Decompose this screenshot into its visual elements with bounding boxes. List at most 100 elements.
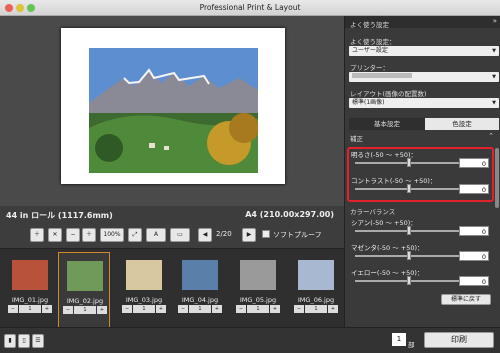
thumbnail-item[interactable]: IMG_02.jpg −1 + bbox=[58, 252, 110, 328]
prev-page-button[interactable]: ◀ bbox=[198, 228, 212, 242]
decrease-icon[interactable]: − bbox=[236, 305, 246, 313]
copies-stepper[interactable]: −1 + bbox=[236, 305, 280, 313]
thumbnail-item[interactable]: IMG_06.jpg −1 + bbox=[290, 252, 342, 328]
thumbnail-copies[interactable]: 1 bbox=[189, 305, 211, 313]
zoom-out-button[interactable]: − bbox=[66, 228, 80, 242]
increase-icon[interactable]: + bbox=[212, 305, 222, 313]
thumbnail-item[interactable]: IMG_04.jpg −1 + bbox=[174, 252, 226, 328]
printer-select[interactable]: ▼ bbox=[349, 72, 499, 82]
cyan-row: シアン(-50 ～ +50)： 0 bbox=[349, 217, 493, 241]
thumbnail-name: IMG_01.jpg bbox=[11, 296, 49, 304]
yellow-row: イエロー(-50 ～ +50)： 0 bbox=[349, 267, 493, 291]
printer-label: プリンター： bbox=[350, 64, 389, 72]
thumbnail-copies[interactable]: 1 bbox=[74, 306, 96, 314]
decrease-icon[interactable]: − bbox=[178, 305, 188, 313]
thumbnail-image[interactable] bbox=[12, 260, 48, 290]
zoom-in-button[interactable]: ＋ bbox=[82, 228, 96, 242]
cyan-input[interactable]: 0 bbox=[459, 226, 489, 236]
delete-page-button[interactable]: ✕ bbox=[48, 228, 62, 242]
thumbnail-name: IMG_06.jpg bbox=[297, 296, 335, 304]
cyan-slider[interactable] bbox=[407, 226, 411, 235]
magenta-input[interactable]: 0 bbox=[459, 251, 489, 261]
chevron-up-icon[interactable]: ⌃ bbox=[488, 132, 494, 140]
window-title: Professional Print & Layout bbox=[199, 3, 301, 12]
thumbnail-copies[interactable]: 1 bbox=[133, 305, 155, 313]
magenta-label: マゼンタ(-50 ～ +50)： bbox=[351, 244, 424, 252]
thumbnail-copies[interactable]: 1 bbox=[305, 305, 327, 313]
thumbnail-item[interactable]: IMG_01.jpg −1 + bbox=[4, 252, 56, 328]
fit-button[interactable]: ⤢ bbox=[128, 228, 142, 242]
copies-stepper[interactable]: −1 + bbox=[122, 305, 166, 313]
copies-stepper[interactable]: −1 + bbox=[8, 305, 52, 313]
zoom-select[interactable]: 100% bbox=[100, 228, 124, 242]
thumbnail-item[interactable]: IMG_03.jpg −1 + bbox=[118, 252, 170, 328]
decrease-icon[interactable]: − bbox=[122, 305, 132, 313]
thumbnail-name: IMG_04.jpg bbox=[181, 296, 219, 304]
thumbnail-copies[interactable]: 1 bbox=[247, 305, 269, 313]
thumbnail-name: IMG_02.jpg bbox=[66, 297, 104, 305]
page-setup-button[interactable]: ▭ bbox=[170, 228, 190, 242]
panel-header: よく使う設定 » bbox=[345, 16, 500, 29]
copies-stepper[interactable]: −1 + bbox=[294, 305, 338, 313]
thumbnail-name: IMG_03.jpg bbox=[125, 296, 163, 304]
roll-info: 44 in ロール (1117.6mm) bbox=[6, 211, 113, 220]
increase-icon[interactable]: + bbox=[156, 305, 166, 313]
magenta-slider[interactable] bbox=[407, 251, 411, 260]
page-counter: 2/20 bbox=[216, 230, 232, 238]
minimize-icon[interactable] bbox=[16, 4, 24, 12]
copies-stepper[interactable]: −1 + bbox=[178, 305, 222, 313]
highlight-box bbox=[347, 147, 494, 202]
softproof-label: ソフトプルーフ bbox=[273, 231, 322, 239]
softproof-checkbox[interactable] bbox=[262, 230, 270, 238]
add-page-button[interactable]: ＋ bbox=[30, 228, 44, 242]
thumbnail-image[interactable] bbox=[298, 260, 334, 290]
copies-input[interactable]: 1 bbox=[392, 333, 406, 346]
zoom-icon[interactable] bbox=[27, 4, 35, 12]
layout-label: レイアウト(画像の配置数) bbox=[350, 90, 427, 98]
increase-icon[interactable]: + bbox=[270, 305, 280, 313]
thumbnail-item[interactable]: IMG_05.jpg −1 + bbox=[232, 252, 284, 328]
thumbnail-copies[interactable]: 1 bbox=[19, 305, 41, 313]
collapse-panel-icon[interactable]: » bbox=[493, 17, 497, 25]
panel-header-label: よく使う設定 bbox=[350, 21, 389, 29]
thumbnail-image[interactable] bbox=[67, 261, 103, 291]
magenta-row: マゼンタ(-50 ～ +50)： 0 bbox=[349, 242, 493, 266]
preview-photo[interactable] bbox=[89, 48, 258, 173]
increase-icon[interactable]: + bbox=[328, 305, 338, 313]
decrease-icon[interactable]: − bbox=[8, 305, 18, 313]
dual-view-button[interactable]: ▯ bbox=[18, 334, 30, 348]
bottom-bar: ▮ ▯ ☰ 1 部 印刷 bbox=[0, 327, 500, 353]
tab-color-settings[interactable]: 色設定 bbox=[425, 118, 499, 130]
list-view-button[interactable]: ☰ bbox=[32, 334, 44, 348]
decrease-icon[interactable]: − bbox=[63, 306, 73, 314]
yellow-input[interactable]: 0 bbox=[459, 276, 489, 286]
reset-button[interactable]: 標準に戻す bbox=[441, 294, 491, 305]
favorite-select[interactable]: ユーザー設定 ▼ bbox=[349, 46, 499, 56]
color-balance-title: カラーバランス bbox=[350, 208, 396, 216]
paper-size: A4 (210.00x297.00) bbox=[245, 210, 334, 219]
tab-basic-settings[interactable]: 基本設定 bbox=[349, 118, 425, 130]
decrease-icon[interactable]: − bbox=[294, 305, 304, 313]
yellow-slider[interactable] bbox=[407, 276, 411, 285]
increase-icon[interactable]: + bbox=[97, 306, 107, 314]
thumbnail-image[interactable] bbox=[182, 260, 218, 290]
thumbnail-image[interactable] bbox=[126, 260, 162, 290]
correction-section: 補正 bbox=[350, 135, 363, 143]
increase-icon[interactable]: + bbox=[42, 305, 52, 313]
title-bar: Professional Print & Layout bbox=[0, 0, 500, 16]
layout-select[interactable]: 標準(1画像) ▼ bbox=[349, 98, 499, 108]
favorite-label: よく使う設定： bbox=[350, 38, 396, 46]
thumbnail-image[interactable] bbox=[240, 260, 276, 290]
main-area: 44 in ロール (1117.6mm) A4 (210.00x297.00) … bbox=[0, 16, 344, 353]
thumbnail-name: IMG_05.jpg bbox=[239, 296, 277, 304]
panel-scrollbar[interactable] bbox=[495, 148, 499, 208]
text-button[interactable]: A bbox=[146, 228, 166, 242]
paper-sheet bbox=[61, 28, 285, 184]
view-toolbar: ＋ ✕ − ＋ 100% ⤢ A ▭ ◀ 2/20 ▶ ソフトプルーフ bbox=[0, 225, 344, 245]
copies-stepper[interactable]: −1 + bbox=[63, 306, 107, 314]
close-icon[interactable] bbox=[5, 4, 13, 12]
app-window: Professional Print & Layout 44 in ロール (1… bbox=[0, 0, 500, 353]
next-page-button[interactable]: ▶ bbox=[242, 228, 256, 242]
print-button[interactable]: 印刷 bbox=[424, 332, 494, 348]
single-view-button[interactable]: ▮ bbox=[4, 334, 16, 348]
